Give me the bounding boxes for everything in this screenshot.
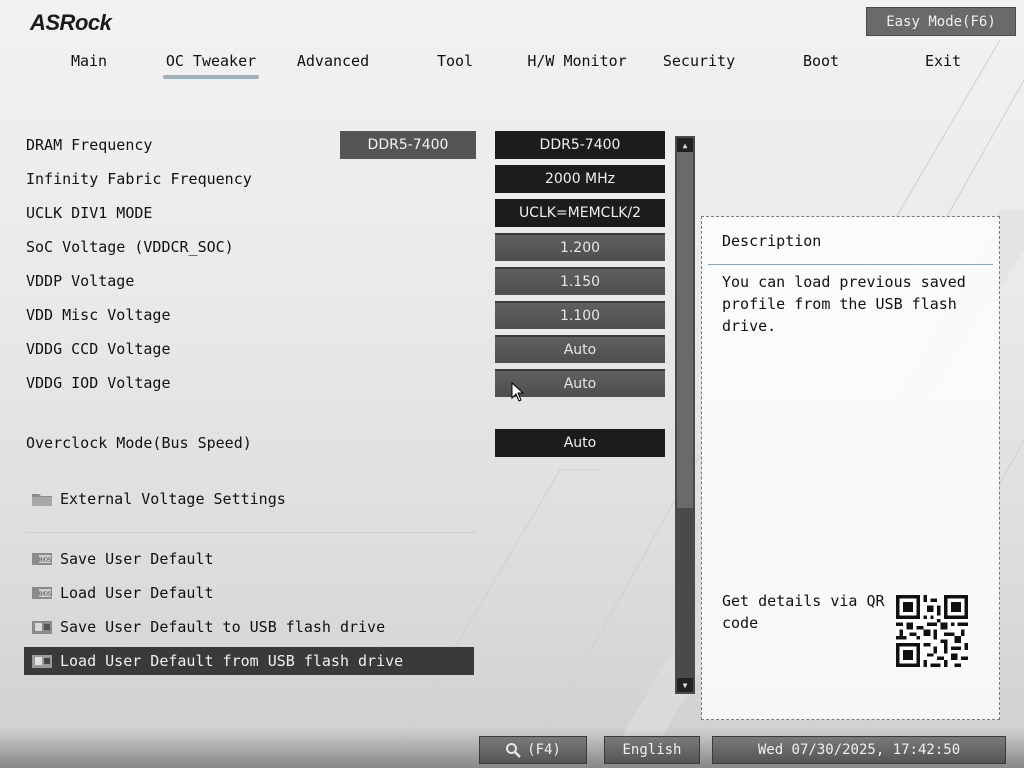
search-shortcut-label: (F4) xyxy=(527,742,561,758)
tab-main[interactable]: Main xyxy=(28,48,150,74)
asrock-logo: ASRock xyxy=(30,10,112,35)
item-label: Load User Default from USB flash drive xyxy=(60,652,404,670)
easy-mode-button[interactable]: Easy Mode(F6) xyxy=(866,7,1016,36)
overclock-mode-select[interactable]: Auto xyxy=(495,429,665,457)
item-label: Load User Default xyxy=(60,584,214,602)
infinity-fabric-frequency-select[interactable]: 2000 MHz xyxy=(495,165,665,193)
setting-label-soc-voltage: SoC Voltage (VDDCR_SOC) xyxy=(26,238,234,256)
setting-label-vddp-voltage: VDDP Voltage xyxy=(26,272,135,290)
search-icon xyxy=(505,742,521,758)
setting-label-vddg-ccd-voltage: VDDG CCD Voltage xyxy=(26,340,171,358)
mouse-cursor-icon xyxy=(511,382,525,402)
setting-label-dram-frequency: DRAM Frequency xyxy=(26,136,153,154)
tab-boot[interactable]: Boot xyxy=(760,48,882,74)
dram-frequency-current-value: DDR5-7400 xyxy=(340,131,476,159)
section-divider xyxy=(26,532,476,533)
bios-chip-icon: BIOS xyxy=(30,551,54,567)
vddp-voltage-input[interactable]: 1.150 xyxy=(495,267,665,295)
language-button[interactable]: English xyxy=(604,736,700,764)
setting-label-overclock-mode: Overclock Mode(Bus Speed) xyxy=(26,434,252,452)
save-user-default-item[interactable]: BIOS Save User Default xyxy=(24,545,474,573)
folder-icon xyxy=(30,491,54,507)
svg-text:BIOS: BIOS xyxy=(39,558,51,564)
scroll-up-icon[interactable]: ▲ xyxy=(677,138,693,152)
setting-label-vddg-iod-voltage: VDDG IOD Voltage xyxy=(26,374,171,392)
description-panel: Description You can load previous saved … xyxy=(701,216,1000,720)
load-user-default-item[interactable]: BIOS Load User Default xyxy=(24,579,474,607)
search-button[interactable]: (F4) xyxy=(479,736,587,764)
usb-drive-icon xyxy=(30,653,54,669)
description-title: Description xyxy=(722,232,822,250)
qr-code-icon xyxy=(896,595,968,667)
setting-label-vdd-misc-voltage: VDD Misc Voltage xyxy=(26,306,171,324)
tab-hw-monitor[interactable]: H/W Monitor xyxy=(516,48,638,74)
item-label: Save User Default to USB flash drive xyxy=(60,618,386,636)
load-user-default-usb-item[interactable]: Load User Default from USB flash drive xyxy=(24,647,474,675)
item-label: Save User Default xyxy=(60,550,214,568)
vdd-misc-voltage-input[interactable]: 1.100 xyxy=(495,301,665,329)
tab-tool[interactable]: Tool xyxy=(394,48,516,74)
soc-voltage-input[interactable]: 1.200 xyxy=(495,233,665,261)
datetime-display: Wed 07/30/2025, 17:42:50 xyxy=(712,736,1006,764)
submenu-external-voltage-settings[interactable]: External Voltage Settings xyxy=(24,485,474,513)
scrollbar-thumb[interactable] xyxy=(677,152,693,508)
bios-chip-icon: BIOS xyxy=(30,585,54,601)
setting-label-infinity-fabric-frequency: Infinity Fabric Frequency xyxy=(26,170,252,188)
description-text: You can load previous saved profile from… xyxy=(722,273,966,335)
tab-advanced[interactable]: Advanced xyxy=(272,48,394,74)
qr-details-text: Get details via QR code xyxy=(722,592,885,632)
save-user-default-usb-item[interactable]: Save User Default to USB flash drive xyxy=(24,613,474,641)
uclk-div1-mode-select[interactable]: UCLK=MEMCLK/2 xyxy=(495,199,665,227)
description-divider xyxy=(708,264,993,265)
scroll-down-icon[interactable]: ▼ xyxy=(677,678,693,692)
dram-frequency-select[interactable]: DDR5-7400 xyxy=(495,131,665,159)
tab-security[interactable]: Security xyxy=(638,48,760,74)
submenu-label: External Voltage Settings xyxy=(60,490,286,508)
setting-label-uclk-div1-mode: UCLK DIV1 MODE xyxy=(26,204,153,222)
svg-text:BIOS: BIOS xyxy=(39,592,51,598)
settings-scrollbar[interactable]: ▲ ▼ xyxy=(675,136,695,694)
main-nav: Main OC Tweaker Advanced Tool H/W Monito… xyxy=(28,48,1004,82)
usb-drive-icon xyxy=(30,619,54,635)
vddg-ccd-voltage-input[interactable]: Auto xyxy=(495,335,665,363)
tab-exit[interactable]: Exit xyxy=(882,48,1004,74)
tab-oc-tweaker[interactable]: OC Tweaker xyxy=(150,48,272,79)
